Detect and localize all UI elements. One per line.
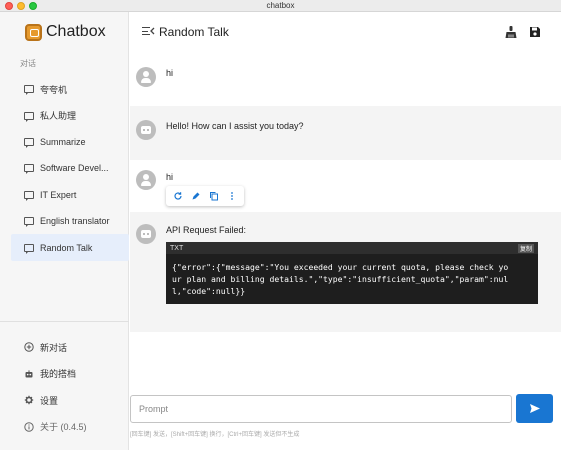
window-title: chatbox: [266, 1, 295, 10]
conversation-item[interactable]: English translator: [11, 208, 129, 234]
conversation-label: English translator: [40, 216, 110, 227]
settings-button[interactable]: 设置: [24, 387, 124, 414]
user-avatar-icon: [136, 170, 156, 190]
chat-bubble-icon: [24, 137, 34, 148]
send-button[interactable]: [516, 394, 553, 423]
code-line: ur plan and billing details.","type":"in…: [172, 274, 509, 284]
brand: Chatbox: [25, 22, 106, 42]
copy-button[interactable]: [208, 190, 220, 202]
message-text: hi: [166, 68, 174, 78]
code-line: {"error":{"message":"You exceeded your c…: [172, 262, 509, 272]
pencil-icon: [192, 192, 200, 200]
conversation-label: 私人助理: [40, 111, 77, 122]
bot-avatar-icon: [136, 224, 156, 244]
message-text: API Request Failed:: [166, 225, 247, 235]
save-icon[interactable]: [528, 25, 542, 39]
chat-bubble-icon: [24, 243, 34, 254]
page-title: Random Talk: [159, 25, 229, 39]
bot-avatar-icon: [136, 120, 156, 140]
chatbox-logo-icon: [25, 23, 42, 41]
edit-button[interactable]: [190, 190, 202, 202]
conversation-label: IT Expert: [40, 189, 77, 200]
code-copy-button[interactable]: 复制: [517, 243, 534, 253]
refresh-icon: [174, 192, 182, 200]
conversation-item[interactable]: IT Expert: [11, 182, 129, 208]
chat-bubble-icon: [24, 217, 34, 228]
conversation-label: Summarize: [40, 136, 86, 147]
conversation-label: Random Talk: [40, 242, 93, 253]
new-chat-button[interactable]: 新对话: [24, 334, 124, 361]
settings-label: 设置: [40, 395, 59, 406]
conversation-item[interactable]: Software Devel...: [11, 155, 129, 181]
conversation-item[interactable]: 私人助理: [11, 102, 129, 128]
user-avatar-icon: [136, 67, 156, 87]
copy-icon: [210, 192, 218, 201]
about-label: 关于 (0.4.5): [40, 422, 87, 433]
sidebar-menu: 新对话 我的搭档 设置 关于 (0.4.5): [24, 334, 124, 440]
chat-bubble-icon: [24, 190, 34, 201]
code-content: {"error":{"message":"You exceeded your c…: [166, 254, 538, 297]
conversation-label: Software Devel...: [40, 163, 109, 174]
gear-icon: [24, 395, 34, 405]
chat-bubble-icon: [24, 111, 34, 122]
conversation-label: 夸夸机: [40, 84, 68, 95]
brand-name: Chatbox: [46, 23, 106, 40]
menu-collapse-icon[interactable]: [142, 26, 155, 36]
message-toolbar: [166, 186, 244, 206]
clean-icon[interactable]: [504, 25, 518, 39]
code-block: TXT 复制 {"error":{"message":"You exceeded…: [166, 242, 538, 304]
conversation-item[interactable]: Summarize: [11, 129, 129, 155]
sidebar-divider: [0, 321, 129, 322]
chat-bubble-icon: [24, 85, 34, 96]
message-user: hi: [130, 54, 561, 102]
conversation-list: 夸夸机 私人助理 Summarize Software Devel... IT …: [11, 76, 129, 261]
conversation-item-active[interactable]: Random Talk: [11, 234, 129, 261]
chat-bubble-icon: [24, 164, 34, 175]
regenerate-button[interactable]: [172, 190, 184, 202]
title-bar: chatbox: [0, 0, 561, 12]
add-circle-icon: [24, 342, 34, 352]
robot-icon: [24, 369, 34, 379]
conversation-item[interactable]: 夸夸机: [11, 76, 129, 102]
message-assistant: Hello! How can I assist you today?: [130, 106, 561, 160]
send-icon: [529, 404, 540, 413]
code-block-header: TXT 复制: [166, 242, 538, 254]
message-user: hi: [130, 160, 561, 212]
composer-hint: [回车键] 发送，[Shift+回车键] 换行，[Ctrl+回车键] 发送但不生…: [130, 432, 300, 438]
sidebar: Chatbox 对话 夸夸机 私人助理 Summarize Software D…: [0, 12, 129, 450]
more-vertical-icon: [231, 192, 233, 200]
message-list: hi Hello! How can I assist you today? hi…: [130, 54, 561, 384]
about-button[interactable]: 关于 (0.4.5): [24, 414, 124, 441]
prompt-input[interactable]: [130, 395, 512, 423]
my-partner-button[interactable]: 我的搭档: [24, 361, 124, 388]
conversations-section-label: 对话: [20, 59, 36, 68]
code-line: l,"code":null}}: [172, 286, 246, 296]
message-text: Hello! How can I assist you today?: [166, 121, 304, 131]
code-language-label: TXT: [170, 244, 184, 252]
message-assistant: API Request Failed: TXT 复制 {"error":{"me…: [130, 212, 561, 332]
my-partner-label: 我的搭档: [40, 369, 77, 380]
info-icon: [24, 422, 34, 432]
more-options-button[interactable]: [226, 190, 238, 202]
new-chat-label: 新对话: [40, 342, 68, 353]
composer: [回车键] 发送，[Shift+回车键] 换行，[Ctrl+回车键] 发送但不生…: [130, 384, 561, 450]
main-header: Random Talk: [130, 12, 561, 54]
message-text: hi: [166, 172, 174, 182]
